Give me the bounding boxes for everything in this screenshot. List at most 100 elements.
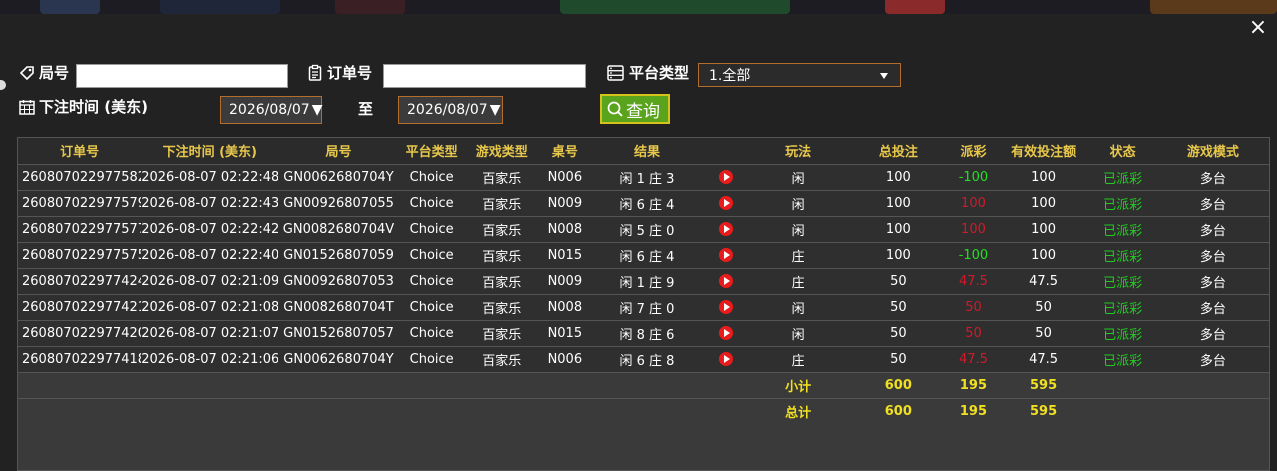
cell-video xyxy=(703,293,749,320)
cell-platform: Choice xyxy=(398,215,465,242)
summary-empty-cell xyxy=(538,371,591,398)
cell-mode: 多台 xyxy=(1156,189,1269,216)
column-header-status: 状态 xyxy=(1088,138,1157,164)
cell-platform: Choice xyxy=(398,293,465,320)
summary-empty-cell xyxy=(398,397,465,424)
cell-time: 2026-08-07 02:22:48 xyxy=(141,163,279,190)
table-header-row: 订单号 下注时间 (美东) 局号 平台类型 游戏类型 桌号 结果 玩法 总投注 派彩 有效投注额 状态… xyxy=(18,138,1269,164)
date-from-picker[interactable]: 2026/08/07 ▼ xyxy=(220,96,322,124)
summary-empty-cell xyxy=(703,397,749,424)
cell-bet: 50 xyxy=(848,319,949,346)
cell-platform: Choice xyxy=(398,163,465,190)
records-table: 订单号 下注时间 (美东) 局号 平台类型 游戏类型 桌号 结果 玩法 总投注 派彩 有效投注额 状态… xyxy=(18,138,1269,424)
cell-result: 闲 7 庄 0 xyxy=(590,293,704,320)
cell-valid: 50 xyxy=(998,293,1089,320)
cell-time: 2026-08-07 02:22:43 xyxy=(141,189,279,216)
cell-play: 闲 xyxy=(748,189,849,216)
close-icon[interactable]: × xyxy=(1247,17,1269,39)
table-row: 260807022977575 2026-08-07 02:22:40 GN0152… xyxy=(18,241,1269,268)
cell-valid: 100 xyxy=(998,241,1089,268)
background-strip xyxy=(0,0,1277,14)
summary-empty-cell xyxy=(1156,371,1269,398)
caret-down-icon xyxy=(880,73,888,79)
cell-mode: 多台 xyxy=(1156,241,1269,268)
play-video-icon[interactable] xyxy=(718,222,733,236)
cell-play: 闲 xyxy=(748,163,849,190)
cell-status: 已派彩 xyxy=(1088,215,1157,242)
cell-game: 百家乐 xyxy=(464,345,539,372)
cell-payout: 47.5 xyxy=(948,267,999,294)
summary-valid: 595 xyxy=(998,371,1089,398)
cell-round: GN0082680704V xyxy=(278,215,399,242)
table-row: 260807022977424 2026-08-07 02:21:09 GN0092… xyxy=(18,267,1269,294)
search-icon xyxy=(607,101,623,117)
summary-empty-cell xyxy=(1156,397,1269,424)
cell-status: 已派彩 xyxy=(1088,163,1157,190)
cell-game: 百家乐 xyxy=(464,293,539,320)
cell-video xyxy=(703,163,749,190)
side-dot xyxy=(0,80,6,90)
column-header-platform: 平台类型 xyxy=(398,138,465,164)
summary-empty-cell xyxy=(703,371,749,398)
cell-order: 260807022977579 xyxy=(18,189,142,216)
summary-payout: 195 xyxy=(948,397,999,424)
cell-mode: 多台 xyxy=(1156,293,1269,320)
cell-video xyxy=(703,241,749,268)
cell-payout: -100 xyxy=(948,241,999,268)
play-video-icon[interactable] xyxy=(718,196,733,210)
date-to-picker[interactable]: 2026/08/07 ▼ xyxy=(398,96,503,124)
table-row: 260807022977420 2026-08-07 02:21:07 GN0152… xyxy=(18,319,1269,346)
cell-table: N015 xyxy=(538,241,591,268)
column-header-game: 游戏类型 xyxy=(464,138,539,164)
cell-play: 闲 xyxy=(748,319,849,346)
play-video-icon[interactable] xyxy=(718,274,733,288)
cell-round: GN01526807057 xyxy=(278,319,399,346)
cell-play: 闲 xyxy=(748,215,849,242)
column-header-mode: 游戏模式 xyxy=(1156,138,1269,164)
summary-valid: 595 xyxy=(998,397,1089,424)
summary-bet: 600 xyxy=(848,371,949,398)
cell-status: 已派彩 xyxy=(1088,241,1157,268)
column-header-play: 玩法 xyxy=(748,138,849,164)
table-row: 260807022977418 2026-08-07 02:21:06 GN0062… xyxy=(18,345,1269,372)
tag-icon xyxy=(19,65,34,80)
cell-bet: 50 xyxy=(848,267,949,294)
summary-empty-cell xyxy=(398,371,465,398)
summary-empty-cell xyxy=(278,371,399,398)
cell-payout: 47.5 xyxy=(948,345,999,372)
query-button[interactable]: 查询 xyxy=(600,94,670,124)
platform-select[interactable]: 1.全部 xyxy=(698,63,901,87)
to-label: 至 xyxy=(358,100,374,118)
filter-bar: 局号 订单号 平台类型 1.全部 下注时间 (美东) 2026/08/07 ▼ … xyxy=(0,56,1277,126)
play-video-icon[interactable] xyxy=(718,352,733,366)
play-video-icon[interactable] xyxy=(718,170,733,184)
cell-table: N008 xyxy=(538,215,591,242)
cell-payout: 50 xyxy=(948,319,999,346)
calendar-icon xyxy=(19,99,35,115)
summary-empty-cell xyxy=(1088,397,1157,424)
cell-payout: 100 xyxy=(948,189,999,216)
cell-round: GN00926807053 xyxy=(278,267,399,294)
round-input[interactable] xyxy=(76,64,288,88)
column-header-round: 局号 xyxy=(278,138,399,164)
cell-table: N015 xyxy=(538,319,591,346)
cell-platform: Choice xyxy=(398,319,465,346)
cell-status: 已派彩 xyxy=(1088,293,1157,320)
summary-label: 小计 xyxy=(748,371,849,398)
play-video-icon[interactable] xyxy=(718,300,733,314)
order-input[interactable] xyxy=(383,64,586,88)
cell-mode: 多台 xyxy=(1156,215,1269,242)
cell-table: N009 xyxy=(538,189,591,216)
play-video-icon[interactable] xyxy=(718,248,733,262)
column-header-payout: 派彩 xyxy=(948,138,999,164)
summary-payout: 195 xyxy=(948,371,999,398)
background-blob xyxy=(560,0,790,14)
cell-payout: 50 xyxy=(948,293,999,320)
cell-time: 2026-08-07 02:22:42 xyxy=(141,215,279,242)
cell-video xyxy=(703,215,749,242)
cell-time: 2026-08-07 02:21:07 xyxy=(141,319,279,346)
cell-play: 庄 xyxy=(748,267,849,294)
cell-bet: 50 xyxy=(848,345,949,372)
play-video-icon[interactable] xyxy=(718,326,733,340)
cell-payout: 100 xyxy=(948,215,999,242)
